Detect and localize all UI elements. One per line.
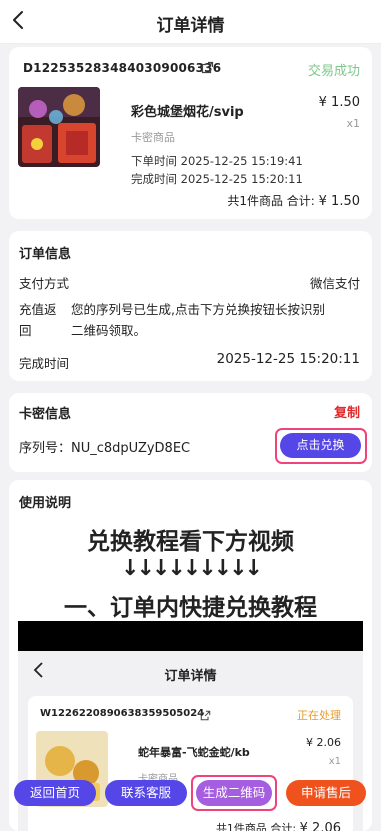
product-qty: x1	[346, 117, 360, 130]
inner-total: 共1件商品 合计: ¥ 2.06	[216, 820, 341, 831]
pay-method-label: 支付方式	[19, 276, 70, 291]
inner-order-number: W12262208906383595050​24	[40, 708, 205, 719]
inner-total-amount: ¥ 2.06	[299, 821, 341, 831]
copy-button[interactable]: 复制	[334, 402, 360, 421]
inner-status: 正在处理	[297, 709, 341, 722]
card-info-card: 卡密信息 复制 序列号：NU_c8dpUZyD8EC 点击兑换	[9, 393, 372, 472]
inner-total-prefix: 共1件商品 合计:	[215, 822, 297, 831]
inner-qty: x1	[328, 756, 341, 767]
pay-method-value: 微信支付	[309, 276, 360, 291]
tutorial-headline: 兑换教程看下方视频	[87, 529, 294, 555]
customer-service-button[interactable]: 联系客服	[105, 780, 187, 806]
product-name: 彩色城堡烟花/svip	[131, 105, 244, 120]
inner-price: ¥ 2.06	[306, 736, 341, 749]
recharge-message-line2: 二维码领取。	[71, 323, 147, 338]
product-price: ¥ 1.50	[318, 95, 360, 110]
copy-link-icon[interactable]	[201, 59, 214, 74]
after-sale-button[interactable]: 申请售后	[286, 780, 366, 806]
product-tag: 卡密商品	[131, 131, 175, 144]
order-status: 交易成功	[307, 64, 360, 79]
complete-time-label: 完成时间	[19, 356, 70, 371]
inner-title: 订单详情	[164, 669, 217, 684]
recharge-message-line1: 您的序列号已生成,点击下方兑换按钮长按识别	[71, 302, 325, 317]
order-number: D12253528348403090063​36	[23, 61, 222, 75]
tutorial-subheadline: 一、订单内快捷兑换教程	[64, 595, 317, 621]
video-bar	[18, 621, 363, 651]
bottom-action-bar: 返回首页 联系客服 生成二维码 申请售后	[0, 775, 381, 811]
home-button[interactable]: 返回首页	[14, 780, 96, 806]
total-amount: ¥ 1.50	[318, 194, 360, 209]
inner-order-card: W12262208906383595050​24 正在处理 蛇年暴富-飞蛇金蛇/…	[28, 696, 353, 831]
serial-number: 序列号：NU_c8dpUZyD8EC	[19, 441, 191, 456]
recharge-message: 您的序列号已生成,点击下方兑换按钮长按识别 二维码领取。	[71, 299, 325, 341]
usage-card: 使用说明 兑换教程看下方视频 ↓↓↓↓↓↓↓↓↓ 一、订单内快捷兑换教程 订单详…	[9, 480, 372, 831]
complete-time: 完成时间 2025-12-25 15:20:11	[131, 172, 303, 186]
product-thumbnail[interactable]	[18, 87, 100, 167]
page-title: 订单详情	[156, 16, 225, 36]
order-total: 共1件商品 合计: ¥ 1.50	[227, 192, 360, 209]
generate-qrcode-button[interactable]: 生成二维码	[196, 780, 272, 806]
usage-title: 使用说明	[19, 496, 72, 511]
recharge-label-line2: 回	[19, 323, 32, 338]
inner-product-name: 蛇年暴富-飞蛇金蛇/kb	[138, 746, 250, 759]
redeem-button[interactable]: 点击兑换	[280, 433, 361, 458]
recharge-label-line1: 充值返	[19, 302, 57, 317]
card-info-title: 卡密信息	[19, 407, 72, 422]
redeem-highlight: 点击兑换	[275, 428, 367, 464]
inner-copy-icon	[200, 706, 211, 725]
order-summary-card: D12253528348403090063​36 交易成功 彩色城堡烟花/svi…	[9, 47, 372, 219]
order-info-card: 订单信息 支付方式 微信支付 充值返 回 您的序列号已生成,点击下方兑换按钮长按…	[9, 231, 372, 381]
nav-header: 订单详情	[0, 0, 381, 44]
order-info-title: 订单信息	[19, 247, 72, 262]
total-prefix: 共1件商品 合计:	[227, 194, 315, 208]
order-time: 下单时间 2025-12-25 15:19:41	[131, 154, 303, 168]
recharge-label: 充值返 回	[19, 299, 57, 341]
complete-time-value: 2025-12-25 15:20:11	[216, 351, 360, 367]
down-arrows: ↓↓↓↓↓↓↓↓↓	[121, 556, 263, 581]
